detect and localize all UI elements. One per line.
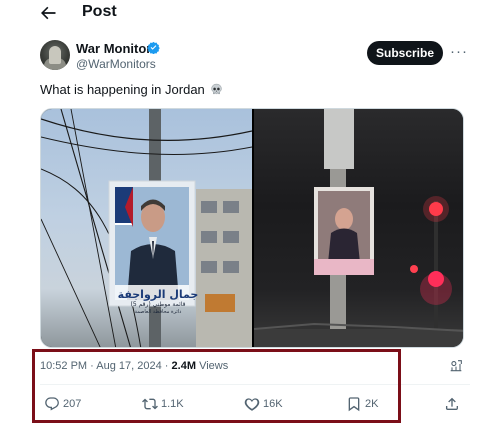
verified-badge-icon bbox=[147, 41, 160, 54]
like-button[interactable]: 16K bbox=[244, 392, 283, 416]
bookmark-icon bbox=[348, 397, 360, 412]
views-count: 2.4M bbox=[171, 360, 196, 372]
meta-separator-2: · bbox=[164, 360, 169, 372]
action-bar: 207 1.1K 16K 2K bbox=[40, 392, 470, 416]
analytics-icon[interactable] bbox=[448, 358, 464, 374]
heart-icon bbox=[244, 398, 260, 411]
bookmark-button[interactable]: 2K bbox=[346, 392, 378, 416]
more-options-icon[interactable]: ··· bbox=[450, 43, 467, 61]
views-label: Views bbox=[199, 360, 229, 372]
poster-district-line: دائرة محافظة العاصمة bbox=[134, 309, 182, 315]
reply-count: 207 bbox=[63, 398, 82, 410]
author-name[interactable]: War Monitor bbox=[76, 41, 151, 56]
meta-separator: · bbox=[90, 360, 94, 372]
share-button[interactable] bbox=[444, 392, 463, 416]
bookmark-count: 2K bbox=[365, 398, 379, 410]
photo-poster-night[interactable] bbox=[254, 109, 463, 347]
tweet-media: جمال الرواجفة قائمة موطني (رقم 5) دائرة … bbox=[40, 108, 464, 348]
like-count: 16K bbox=[263, 398, 283, 410]
repost-count: 1.1K bbox=[161, 398, 184, 410]
poster-name-arabic: جمال الرواجفة bbox=[117, 288, 199, 301]
reply-icon bbox=[45, 397, 59, 411]
subscribe-button[interactable]: Subscribe bbox=[367, 41, 443, 65]
tweet-time[interactable]: 10:52 PM bbox=[40, 360, 87, 372]
share-icon bbox=[445, 397, 458, 410]
poster-list-line: قائمة موطني (رقم 5) bbox=[130, 301, 186, 308]
page-title: Post bbox=[82, 3, 117, 20]
tweet-date[interactable]: Aug 17, 2024 bbox=[96, 360, 161, 372]
avatar[interactable] bbox=[40, 40, 70, 70]
author-row: War Monitor @WarMonitors Subscribe ··· bbox=[40, 40, 470, 72]
header-bar: Post bbox=[0, 0, 486, 28]
tweet-text: What is happening in Jordan bbox=[40, 82, 223, 97]
back-arrow-icon[interactable] bbox=[38, 3, 58, 23]
skull-emoji-icon bbox=[211, 83, 222, 95]
author-handle[interactable]: @WarMonitors bbox=[76, 57, 156, 71]
tweet-text-content: What is happening in Jordan bbox=[40, 82, 205, 97]
reply-button[interactable]: 207 bbox=[44, 392, 81, 416]
tweet-meta: 10:52 PM · Aug 17, 2024 · 2.4M Views bbox=[40, 360, 228, 372]
repost-button[interactable]: 1.1K bbox=[142, 392, 184, 416]
poster-caption: جمال الرواجفة قائمة موطني (رقم 5) دائرة … bbox=[115, 289, 201, 316]
divider bbox=[40, 384, 470, 385]
repost-icon bbox=[142, 398, 158, 410]
